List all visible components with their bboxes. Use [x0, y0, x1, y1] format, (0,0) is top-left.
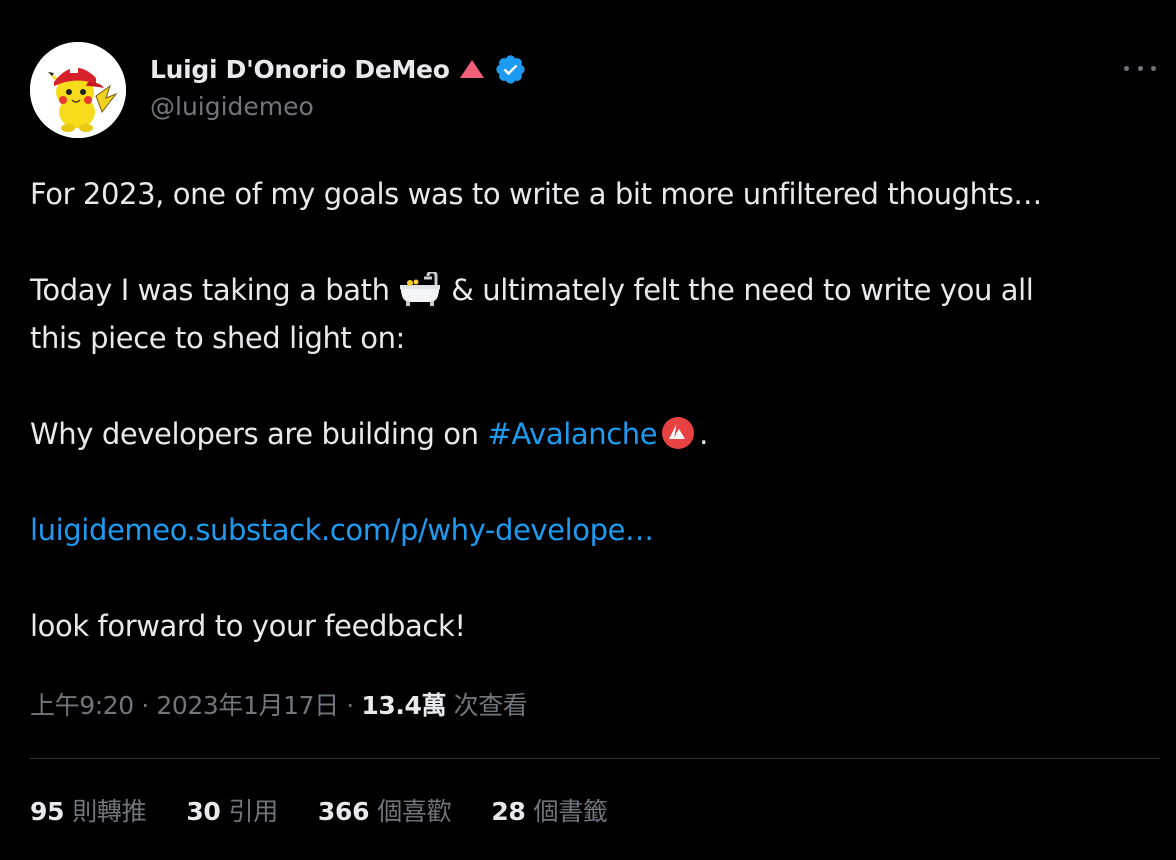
tweet-meta: 上午9:20 · 2023年1月17日 · 13.4萬 次查看 — [30, 686, 528, 722]
tweet-line-2-end: & ultimately felt the need to write you … — [442, 273, 1034, 307]
likes-stat[interactable]: 366 個喜歡 — [317, 792, 452, 828]
tweet-text: For 2023, one of my goals was to write a… — [30, 170, 1150, 650]
avatar[interactable] — [30, 42, 126, 138]
tweet-line-4: Why developers are building on #Avalanch… — [30, 410, 1150, 458]
name-row: Luigi D'Onorio DeMeo — [150, 52, 527, 86]
tweet: Luigi D'Onorio DeMeo @luigidemeo For 202… — [0, 0, 1176, 860]
meta-separator: · — [338, 691, 362, 720]
tweet-line-4-start: Why developers are building on — [30, 417, 488, 451]
bookmarks-count: 28 — [491, 797, 526, 826]
likes-count: 366 — [317, 797, 370, 826]
retweets-count: 95 — [30, 797, 65, 826]
tweet-line-1: For 2023, one of my goals was to write a… — [30, 177, 1042, 211]
tweet-line-2-start: Today I was taking a bath — [30, 273, 399, 307]
meta-separator: · — [133, 691, 157, 720]
display-name[interactable]: Luigi D'Onorio DeMeo — [150, 55, 450, 84]
bookmarks-label: 個書籤 — [533, 797, 608, 826]
tweet-date[interactable]: 2023年1月17日 — [156, 691, 339, 720]
substack-link[interactable]: luigidemeo.substack.com/p/why-develope… — [30, 513, 654, 547]
tweet-line-4-end: . — [699, 417, 708, 451]
quotes-count: 30 — [186, 797, 221, 826]
verified-badge-icon[interactable] — [494, 53, 527, 86]
views-label: 次查看 — [446, 691, 528, 720]
quotes-label: 引用 — [228, 797, 279, 826]
retweets-label: 則轉推 — [72, 797, 147, 826]
views-count[interactable]: 13.4萬 — [361, 691, 446, 720]
retweets-stat[interactable]: 95 則轉推 — [30, 792, 147, 828]
tweet-time[interactable]: 上午9:20 — [30, 691, 134, 720]
more-options-icon[interactable] — [1124, 56, 1156, 80]
pikachu-avatar-icon — [30, 42, 126, 138]
engagement-stats: 95 則轉推 30 引用 366 個喜歡 28 個書籤 — [30, 792, 648, 828]
bookmarks-stat[interactable]: 28 個書籤 — [491, 792, 608, 828]
avalanche-logo-icon — [657, 416, 699, 450]
tweet-line-5: look forward to your feedback! — [30, 609, 466, 643]
red-triangle-icon — [458, 57, 486, 81]
quotes-stat[interactable]: 30 引用 — [186, 792, 278, 828]
likes-label: 個喜歡 — [377, 797, 452, 826]
tweet-line-3: this piece to shed light on: — [30, 321, 405, 355]
divider — [30, 758, 1160, 759]
bathtub-icon — [398, 270, 442, 306]
author-block: Luigi D'Onorio DeMeo @luigidemeo — [150, 52, 527, 121]
hashtag-avalanche[interactable]: #Avalanche — [487, 417, 657, 451]
tweet-line-2: Today I was taking a bath & ultimately f… — [30, 266, 1150, 314]
handle[interactable]: @luigidemeo — [150, 92, 527, 121]
